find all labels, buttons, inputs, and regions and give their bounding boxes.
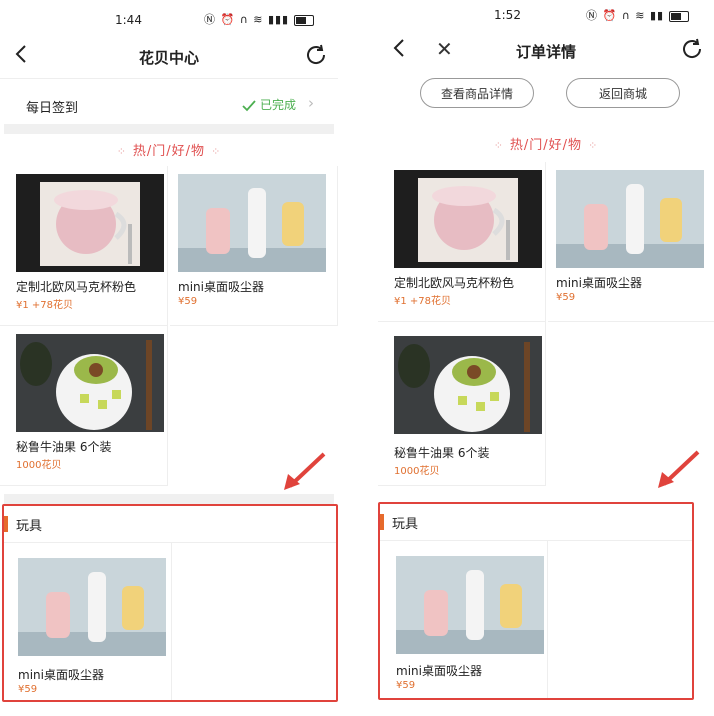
product-card[interactable]: mini桌面吸尘器 ¥59 [380,540,548,698]
battery-icon [668,10,689,22]
status-time: 1:52 [494,8,521,22]
chevron-right-icon: › [308,94,314,112]
product-image [556,170,704,268]
section-title: 玩具 [392,517,419,532]
status-icons: Ⓝ ⏰ ∩ ≋ ▮▮ [586,7,689,23]
product-card[interactable]: 定制北欧风马克杯粉色 ¥1 +78花贝 [378,162,546,322]
product-price: ¥1 +78花贝 [16,300,74,311]
back-to-mall-button[interactable]: 返回商城 [566,78,680,108]
product-price: ¥59 [556,292,576,303]
toy-section: 玩具 mini桌面吸尘器 ¥59 [378,502,694,700]
product-card[interactable]: 定制北欧风马克杯粉色 ¥1 +78花贝 [0,166,168,326]
product-card[interactable]: mini桌面吸尘器 ¥59 [548,162,714,322]
page-title: 订单详情 [515,43,576,61]
product-image [16,334,164,432]
nav-bar: ✕ 订单详情 [378,32,714,72]
right-screenshot: 1:52 Ⓝ ⏰ ∩ ≋ ▮▮ ✕ 订单详情 查看商品详情 返回商城 ⁘ 热/门/… [378,0,714,716]
product-name: 定制北欧风马克杯粉色 [394,276,515,290]
product-price: ¥59 [178,296,198,307]
status-time: 1:44 [115,13,142,27]
product-image [394,170,542,268]
product-name: 秘鲁牛油果 6个装 [16,440,112,454]
product-image [178,174,326,272]
view-product-details-button[interactable]: 查看商品详情 [420,78,534,108]
product-name: mini桌面吸尘器 [178,280,264,294]
product-name: mini桌面吸尘器 [556,276,642,290]
check-icon [242,99,256,111]
product-card[interactable]: 秘鲁牛油果 6个装 1000花贝 [378,322,546,486]
refresh-icon[interactable] [304,43,328,71]
product-price: 1000花贝 [394,466,440,477]
product-image [18,558,166,656]
product-name: mini桌面吸尘器 [396,664,482,678]
page-title: 花贝中心 [138,49,199,67]
product-card[interactable]: mini桌面吸尘器 ¥59 [170,166,338,326]
section-header: 玩具 [380,504,692,541]
annotation-arrow [658,450,700,488]
annotation-arrow [284,452,326,490]
product-price: ¥59 [18,684,38,695]
product-price: 1000花贝 [16,460,62,471]
product-name: mini桌面吸尘器 [18,668,104,682]
product-price: ¥59 [396,680,416,691]
product-image [394,336,542,434]
hot-products-title: ⁘ 热/门/好/物 ⁘ [493,138,599,153]
toy-section: 玩具 mini桌面吸尘器 ¥59 [2,504,338,702]
hot-products-title: ⁘ 热/门/好/物 ⁘ [116,144,222,159]
product-card[interactable]: mini桌面吸尘器 ¥59 [4,542,172,700]
signin-status: 已完成 [242,96,296,113]
product-name: 秘鲁牛油果 6个装 [394,446,490,460]
section-title: 玩具 [16,519,43,534]
refresh-icon[interactable] [680,37,704,65]
daily-signin-row[interactable]: 每日签到 已完成 › [24,88,314,122]
product-image [16,174,164,272]
product-card[interactable]: 秘鲁牛油果 6个装 1000花贝 [0,326,168,486]
product-name: 定制北欧风马克杯粉色 [16,280,137,294]
left-screenshot: 1:44 Ⓝ ⏰ ∩ ≋ ▮▮▮ 花贝中心 每日签到 已完成 › ⁘ 热/门/好/… [0,0,338,716]
nav-bar: 花贝中心 [0,38,338,78]
section-header: 玩具 [4,506,336,543]
status-bar: 1:44 Ⓝ ⏰ ∩ ≋ ▮▮▮ [0,0,338,38]
status-icons: Ⓝ ⏰ ∩ ≋ ▮▮▮ [204,11,314,27]
product-image [396,556,544,654]
signin-label: 每日签到 [26,101,79,116]
product-price: ¥1 +78花贝 [394,296,452,307]
battery-icon [293,14,314,26]
